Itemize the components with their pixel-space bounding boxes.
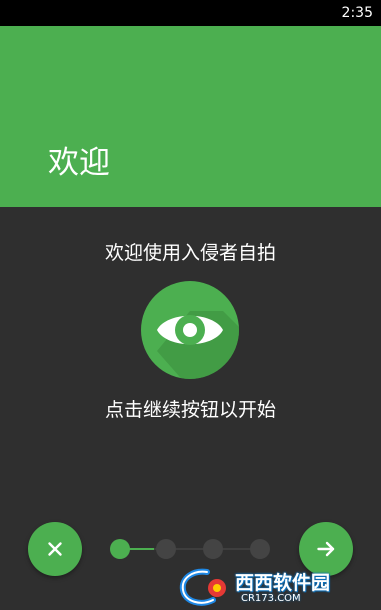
- status-bar: 2:35: [0, 0, 381, 26]
- page-indicator: [106, 538, 274, 560]
- page-dot-1[interactable]: [110, 539, 130, 559]
- header: 欢迎: [0, 26, 381, 207]
- welcome-text: 欢迎使用入侵者自拍: [104, 242, 276, 264]
- status-time: 2:35: [341, 5, 373, 21]
- skip-button[interactable]: [28, 522, 82, 576]
- app-logo: [141, 281, 239, 379]
- page-title: 欢迎: [48, 145, 110, 181]
- intro-content: 欢迎使用入侵者自拍 点击继续按钮以开始: [0, 207, 381, 610]
- page-dot-4[interactable]: [250, 539, 270, 559]
- instruction-text: 点击继续按钮以开始: [104, 399, 276, 421]
- page-dot-3[interactable]: [203, 539, 223, 559]
- close-icon: [48, 542, 62, 556]
- next-button[interactable]: [299, 522, 353, 576]
- arrow-right-icon: [317, 541, 335, 557]
- page-dot-2[interactable]: [156, 539, 176, 559]
- eye-icon: [141, 281, 239, 379]
